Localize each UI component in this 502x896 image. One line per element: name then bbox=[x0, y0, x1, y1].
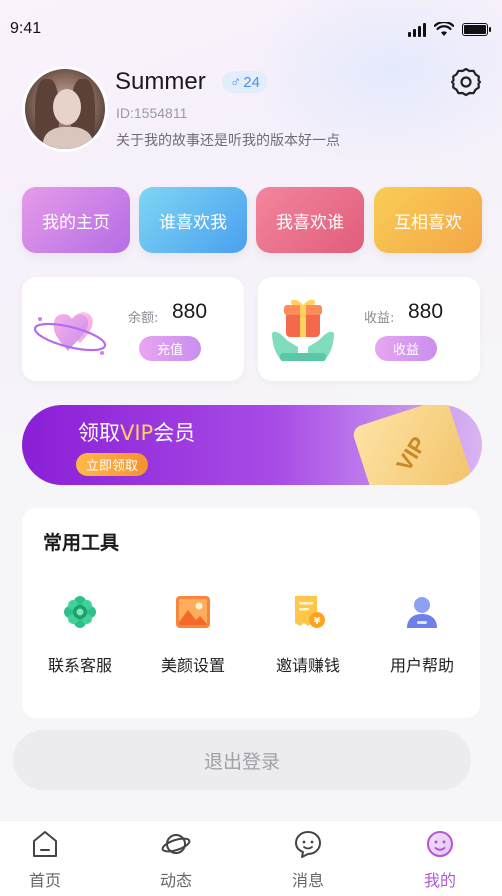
status-time: 9:41 bbox=[10, 20, 42, 37]
tab-mine[interactable]: 我的 bbox=[395, 821, 485, 896]
income-label: 收益: bbox=[364, 311, 395, 326]
svg-text:¥: ¥ bbox=[314, 616, 321, 627]
mutual-likes-button[interactable]: 互相喜欢 bbox=[374, 187, 482, 253]
who-i-like-button[interactable]: 我喜欢谁 bbox=[256, 187, 364, 253]
recharge-button[interactable]: 充值 bbox=[139, 336, 201, 361]
income-button[interactable]: 收益 bbox=[375, 336, 437, 361]
age-value: 24 bbox=[243, 73, 260, 91]
signal-icon bbox=[408, 22, 426, 37]
gender-age-badge: ♂ 24 bbox=[222, 71, 268, 93]
who-likes-me-button[interactable]: 谁喜欢我 bbox=[139, 187, 247, 253]
profile-face-icon bbox=[427, 831, 453, 857]
hearts-icon bbox=[33, 312, 107, 355]
balance-label: 余额: bbox=[128, 311, 159, 326]
customer-service-icon bbox=[64, 596, 96, 628]
tab-label: 我的 bbox=[423, 871, 456, 890]
tab-messages[interactable]: 消息 bbox=[263, 821, 353, 896]
income-value: 880 bbox=[408, 300, 444, 323]
balance-value: 880 bbox=[172, 300, 208, 323]
tools-title: 常用工具 bbox=[43, 532, 120, 554]
balance-card: 余额: 880 充值 bbox=[22, 277, 244, 381]
tab-bar: 首页 动态 消息 我的 bbox=[0, 820, 502, 896]
user-help-icon bbox=[407, 597, 437, 628]
tools-panel: 常用工具 联系客服 美颜设置 ¥ 邀请赚钱 用户帮助 bbox=[22, 508, 480, 718]
vip-card-graphic: VIP bbox=[351, 405, 473, 485]
tool-label: 联系客服 bbox=[47, 656, 112, 675]
tab-moments[interactable]: 动态 bbox=[131, 821, 221, 896]
my-homepage-button[interactable]: 我的主页 bbox=[22, 187, 130, 253]
tab-label: 首页 bbox=[28, 871, 61, 890]
tool-label: 邀请赚钱 bbox=[275, 656, 340, 675]
status-icons bbox=[408, 22, 491, 37]
tool-user-help[interactable]: 用户帮助 bbox=[372, 594, 472, 680]
chat-icon bbox=[295, 831, 321, 858]
picture-icon bbox=[176, 596, 210, 628]
male-icon: ♂ bbox=[230, 73, 242, 91]
settings-gear-icon[interactable] bbox=[450, 66, 482, 98]
tab-label: 动态 bbox=[159, 871, 192, 890]
status-bar: 9:41 bbox=[0, 0, 502, 60]
invoice-money-icon: ¥ bbox=[295, 596, 325, 628]
vip-title: 领取VIP会员 bbox=[78, 421, 196, 445]
user-bio: 关于我的故事还是听我的版本好一点 bbox=[116, 133, 340, 149]
wifi-icon bbox=[434, 22, 454, 36]
tab-home[interactable]: 首页 bbox=[0, 821, 90, 896]
claim-now-button[interactable]: 立即领取 bbox=[76, 453, 149, 476]
home-icon bbox=[33, 831, 57, 857]
tool-beauty-settings[interactable]: 美颜设置 bbox=[143, 594, 243, 680]
gift-hands-icon bbox=[272, 299, 334, 361]
avatar[interactable] bbox=[22, 66, 108, 152]
income-card: 收益: 880 收益 bbox=[258, 277, 480, 381]
planet-icon bbox=[161, 834, 191, 854]
tool-label: 用户帮助 bbox=[389, 656, 454, 675]
tool-invite-earn[interactable]: ¥ 邀请赚钱 bbox=[258, 594, 358, 680]
battery-icon bbox=[462, 23, 491, 36]
user-id: ID:1554811 bbox=[116, 105, 188, 121]
tool-customer-service[interactable]: 联系客服 bbox=[30, 594, 130, 680]
tool-label: 美颜设置 bbox=[160, 656, 225, 675]
vip-banner[interactable]: 领取VIP会员 立即领取 VIP bbox=[22, 405, 482, 485]
tab-label: 消息 bbox=[291, 871, 324, 890]
logout-button[interactable]: 退出登录 bbox=[13, 730, 471, 790]
username: Summer bbox=[115, 68, 206, 95]
